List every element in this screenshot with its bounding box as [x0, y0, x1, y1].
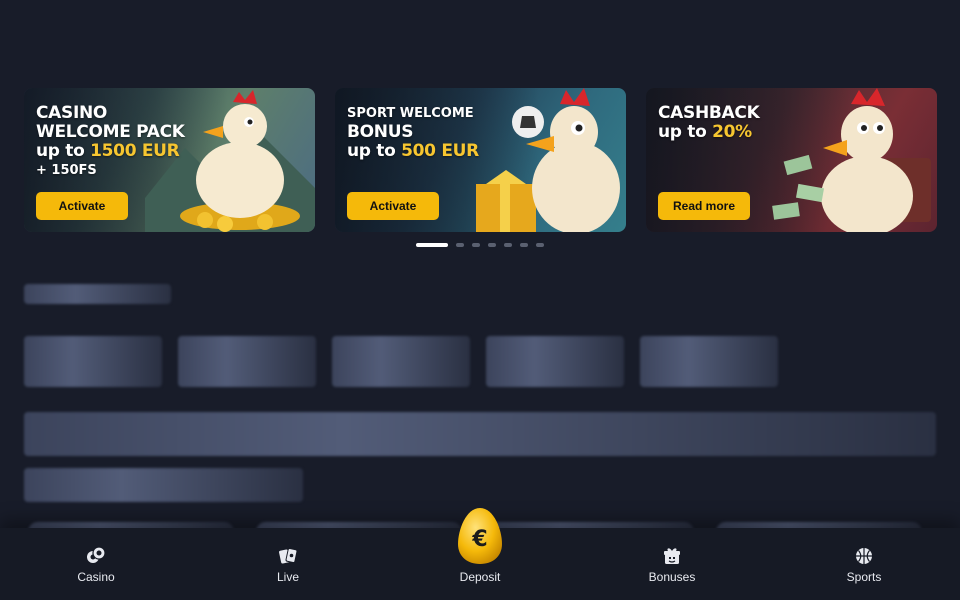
euro-egg-icon: €: [458, 508, 502, 564]
nav-live[interactable]: Live: [192, 528, 384, 600]
promo-amount: 500 EUR: [401, 141, 479, 161]
promo-line: up to 1500 EUR: [36, 142, 185, 161]
rooster-mascot-image: [772, 88, 931, 232]
read-more-button[interactable]: Read more: [658, 192, 750, 220]
activate-button[interactable]: Activate: [347, 192, 439, 220]
skeleton-category: [332, 336, 470, 387]
promo-line: up to 20%: [658, 123, 759, 142]
promo-card-casino[interactable]: CASINO WELCOME PACK up to 1500 EUR + 150…: [24, 88, 315, 232]
nav-label: Live: [276, 570, 299, 584]
nav-sports[interactable]: Sports: [768, 528, 960, 600]
nav-bonuses[interactable]: Bonuses: [576, 528, 768, 600]
chips-icon: [87, 546, 106, 563]
skeleton-heading: [24, 284, 171, 304]
promo-line: up to 500 EUR: [347, 142, 479, 161]
nav-label: Sports: [846, 570, 882, 584]
promo-prefix: up to: [36, 141, 91, 161]
carousel-dot[interactable]: [472, 243, 480, 247]
promo-line: BONUS: [347, 122, 414, 142]
carousel-dot[interactable]: [536, 243, 544, 247]
promo-text: CASINO WELCOME PACK up to 1500 EUR + 150…: [36, 104, 185, 180]
promo-line: + 150FS: [36, 163, 97, 178]
promo-prefix: up to: [347, 141, 402, 161]
carousel-dot[interactable]: [456, 243, 464, 247]
promo-amount: 1500 EUR: [90, 141, 180, 161]
skeleton-category: [24, 336, 162, 387]
bottom-navigation: Casino Live € Deposit Bonuses Sports: [0, 508, 960, 600]
skeleton-search-bar: [24, 412, 936, 456]
skeleton-category: [486, 336, 624, 387]
rooster-mascot-image: [476, 88, 620, 232]
promo-amount: 20%: [712, 122, 752, 142]
promo-text: SPORT WELCOME BONUS up to 500 EUR: [347, 104, 479, 161]
promo-text: CASHBACK up to 20%: [658, 103, 760, 142]
cards-icon: [279, 547, 298, 564]
promo-line: WELCOME PACK: [36, 122, 185, 142]
nav-label: Deposit: [459, 570, 501, 584]
gift-icon: [664, 548, 680, 564]
promo-carousel[interactable]: CASINO WELCOME PACK up to 1500 EUR + 150…: [24, 88, 937, 232]
carousel-dot[interactable]: [520, 243, 528, 247]
nav-label: Casino: [77, 570, 115, 584]
carousel-pagination: [416, 243, 544, 247]
promo-prefix: up to: [658, 122, 713, 142]
skeleton-category: [640, 336, 778, 387]
svg-text:€: €: [471, 527, 487, 552]
promo-line: CASINO: [36, 103, 108, 123]
carousel-dot[interactable]: [488, 243, 496, 247]
activate-button[interactable]: Activate: [36, 192, 128, 220]
nav-label: Bonuses: [648, 570, 696, 584]
promo-line: CASHBACK: [658, 103, 760, 123]
carousel-dot[interactable]: [416, 243, 448, 247]
promo-line: SPORT WELCOME: [347, 106, 474, 121]
nav-deposit[interactable]: € Deposit: [384, 508, 576, 600]
skeleton-section-title: [24, 468, 303, 502]
basketball-icon: [856, 548, 872, 564]
promo-card-cashback[interactable]: CASHBACK up to 20% Read more: [646, 88, 937, 232]
skeleton-category: [178, 336, 316, 387]
nav-casino[interactable]: Casino: [0, 528, 192, 600]
promo-card-sport[interactable]: SPORT WELCOME BONUS up to 500 EUR Activa…: [335, 88, 626, 232]
carousel-dot[interactable]: [504, 243, 512, 247]
